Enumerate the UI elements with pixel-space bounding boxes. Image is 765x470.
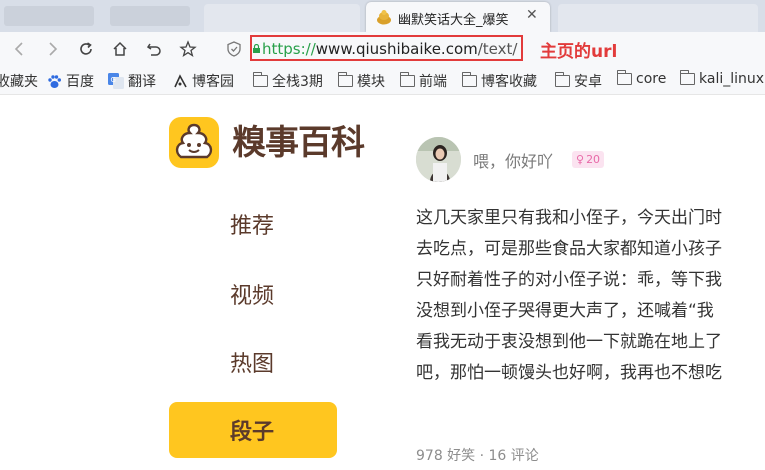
nav-item-hot-images[interactable]: 热图 bbox=[230, 346, 274, 378]
post-line: 吧，那怕一顿馒头也好啊，我再也不想吃 bbox=[416, 363, 722, 383]
blurred-tab bbox=[4, 6, 94, 26]
browser-toolbar: https://www.qiushibaike.com/text/ 主页的url bbox=[0, 32, 765, 67]
bookmark-item[interactable]: kali_linux bbox=[679, 70, 765, 87]
undo-close-button[interactable] bbox=[142, 37, 166, 61]
tab-inactive[interactable] bbox=[204, 4, 360, 32]
bookmark-label: 收藏夹 bbox=[0, 74, 38, 90]
address-bar[interactable]: https://www.qiushibaike.com/text/ bbox=[262, 40, 517, 58]
bookmark-label: 全栈3期 bbox=[272, 74, 323, 90]
site-logo[interactable] bbox=[169, 117, 219, 168]
bookmark-item[interactable]: 博客园 bbox=[173, 71, 234, 91]
bookmark-label: 百度 bbox=[66, 74, 94, 90]
post-line: 这几天家里只有我和小侄子，今天出门时 bbox=[416, 208, 722, 228]
home-icon bbox=[113, 41, 127, 56]
level-badge: ♀ 20 bbox=[572, 151, 605, 168]
qiushibaike-favicon-icon bbox=[377, 10, 391, 25]
home-button[interactable] bbox=[108, 37, 132, 61]
bookmark-item[interactable]: 全栈3期 bbox=[252, 71, 323, 91]
bookmark-item[interactable]: 收藏夹 bbox=[0, 71, 38, 91]
badge-count: 20 bbox=[586, 153, 601, 166]
bookmark-label: 博客收藏 bbox=[481, 74, 537, 90]
bookmark-item[interactable]: 博客收藏 bbox=[461, 71, 537, 91]
bookmark-label: 前端 bbox=[419, 74, 447, 90]
site-logo-text[interactable]: 糗事百科 bbox=[232, 115, 365, 164]
nav-item-recommend[interactable]: 推荐 bbox=[230, 208, 274, 240]
avatar[interactable] bbox=[416, 137, 461, 182]
bookmarks-bar: 收藏夹 百度 G 翻译 博客园 全栈3期 模块 前端 博客收藏 安卓 core … bbox=[0, 66, 765, 95]
user-avatar-icon bbox=[416, 137, 461, 182]
arrow-left-icon bbox=[14, 42, 23, 56]
cnblogs-icon bbox=[174, 73, 187, 87]
url-scheme: https:// bbox=[262, 40, 316, 58]
post-line: 只好耐着性子的对小侄子说：乖，等下我 bbox=[416, 270, 722, 290]
folder-icon bbox=[554, 72, 570, 87]
svg-text:G: G bbox=[111, 76, 116, 84]
bookmark-item[interactable]: G 翻译 bbox=[108, 71, 156, 91]
tab-inactive[interactable] bbox=[558, 4, 758, 32]
poop-mascot-icon bbox=[175, 123, 213, 159]
bookmark-label: 模块 bbox=[357, 74, 385, 90]
post-line: 看我无动于衷没想到他一下就跪在地上了 bbox=[416, 332, 722, 352]
forward-button[interactable] bbox=[40, 37, 64, 61]
bookmark-label: 博客园 bbox=[192, 74, 234, 90]
url-annotation: 主页的url bbox=[540, 42, 618, 62]
nav-item-jokes-active[interactable]: 段子 bbox=[169, 402, 337, 458]
tab-active[interactable]: 幽默笑话大全_爆笑 ✕ bbox=[366, 2, 550, 32]
folder-icon bbox=[679, 70, 695, 85]
folder-icon bbox=[399, 72, 415, 87]
folder-icon bbox=[252, 72, 268, 87]
post-line: 去吃点，可是那些食品大家都知道小孩子 bbox=[416, 239, 722, 259]
bookmark-item[interactable]: core bbox=[616, 70, 667, 87]
browser-tab-strip: 幽默笑话大全_爆笑 ✕ bbox=[0, 0, 765, 32]
arrow-right-icon bbox=[49, 42, 58, 56]
post-line: 没想到小侄子哭得更大声了，还喊着“我 bbox=[416, 301, 714, 321]
favorite-button[interactable] bbox=[176, 37, 200, 61]
bookmark-item[interactable]: 前端 bbox=[399, 71, 447, 91]
reload-icon bbox=[80, 42, 92, 55]
url-path: /text/ bbox=[477, 40, 518, 58]
post-author[interactable]: 喂，你好吖 bbox=[473, 148, 553, 172]
nav-item-label: 段子 bbox=[230, 420, 275, 445]
blurred-tab bbox=[110, 6, 190, 26]
url-host: www.qiushibaike.com bbox=[315, 40, 478, 58]
bookmark-label: kali_linux bbox=[699, 71, 765, 87]
post-stats: 978 好笑 · 16 评论 bbox=[416, 448, 539, 464]
bookmark-label: 安卓 bbox=[574, 74, 602, 90]
baidu-icon bbox=[48, 74, 61, 88]
bookmark-item[interactable]: 百度 bbox=[47, 71, 94, 91]
star-icon bbox=[179, 40, 197, 57]
tab-title: 幽默笑话大全_爆笑 bbox=[398, 13, 509, 28]
google-translate-icon: G bbox=[108, 73, 124, 89]
folder-icon bbox=[616, 70, 632, 85]
nav-item-video[interactable]: 视频 bbox=[230, 278, 274, 310]
bookmark-label: core bbox=[636, 71, 667, 87]
folder-icon bbox=[337, 72, 353, 87]
undo-icon bbox=[146, 43, 161, 56]
back-button[interactable] bbox=[8, 37, 32, 61]
reload-button[interactable] bbox=[74, 37, 98, 61]
female-icon: ♀ bbox=[576, 153, 585, 166]
bookmark-label: 翻译 bbox=[128, 74, 156, 90]
tab-close-icon[interactable]: ✕ bbox=[526, 7, 538, 23]
security-button[interactable] bbox=[222, 37, 246, 61]
post-content[interactable]: 这几天家里只有我和小侄子，今天出门时 去吃点，可是那些食品大家都知道小孩子 只好… bbox=[416, 203, 765, 389]
bookmark-item[interactable]: 安卓 bbox=[554, 71, 602, 91]
shield-icon bbox=[227, 41, 241, 57]
folder-icon bbox=[461, 72, 477, 87]
bookmark-item[interactable]: 模块 bbox=[337, 71, 385, 91]
